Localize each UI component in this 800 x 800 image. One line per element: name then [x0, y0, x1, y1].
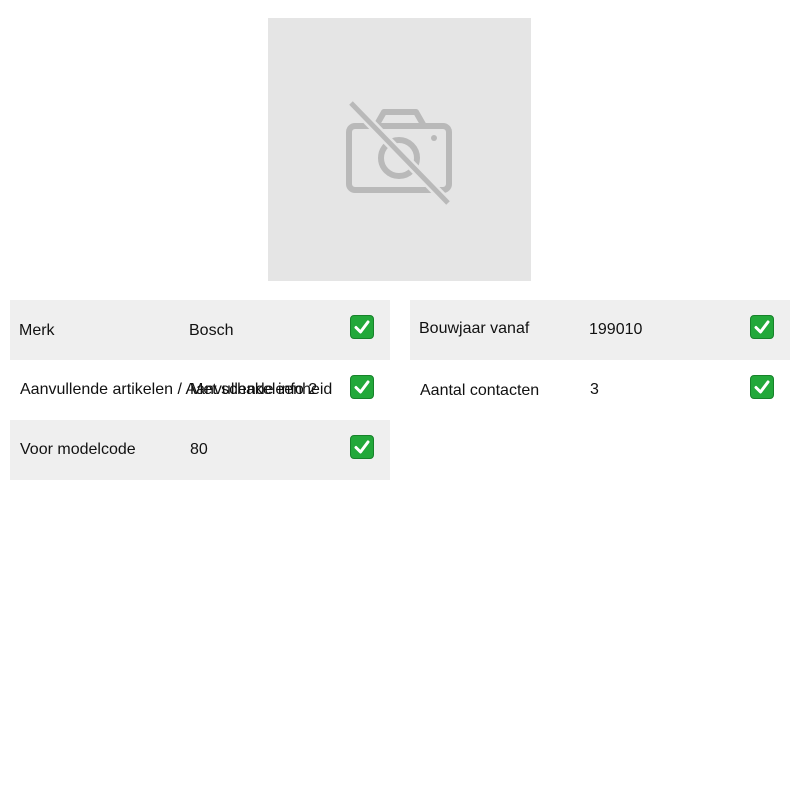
- spec-row-voor-modelcode: Voor modelcode 80: [10, 420, 390, 480]
- camera-off-icon: [346, 99, 452, 207]
- spec-label: Aantal contacten: [420, 382, 540, 399]
- spec-value: Met schakeleenheid: [190, 381, 333, 398]
- check-mark-icon: [350, 315, 374, 339]
- spec-value: 80: [190, 441, 208, 458]
- check-mark-icon: [750, 375, 774, 399]
- spec-row-aanvullende-artikelen: Aanvullende artikelen / Aanvullende info…: [10, 360, 390, 420]
- spec-label: Merk: [19, 322, 55, 339]
- check-mark-icon: [350, 375, 374, 399]
- spec-table-right: Bouwjaar vanaf 199010 Aantal contacten 3: [410, 300, 790, 420]
- spec-table-left: Merk Bosch Aanvullende artikelen / Aanvu…: [10, 300, 390, 480]
- spec-row-aantal-contacten: Aantal contacten 3: [410, 360, 790, 420]
- spec-value: 3: [590, 381, 599, 398]
- product-image-placeholder: [268, 18, 531, 281]
- spec-row-merk: Merk Bosch: [10, 300, 390, 360]
- spec-row-bouwjaar-vanaf: Bouwjaar vanaf 199010: [410, 300, 790, 360]
- spec-value: 199010: [589, 321, 643, 338]
- check-mark-icon: [750, 315, 774, 339]
- spec-value: Bosch: [189, 322, 234, 339]
- check-mark-icon: [350, 435, 374, 459]
- spec-label: Voor modelcode: [20, 441, 136, 458]
- spec-label: Bouwjaar vanaf: [419, 320, 530, 337]
